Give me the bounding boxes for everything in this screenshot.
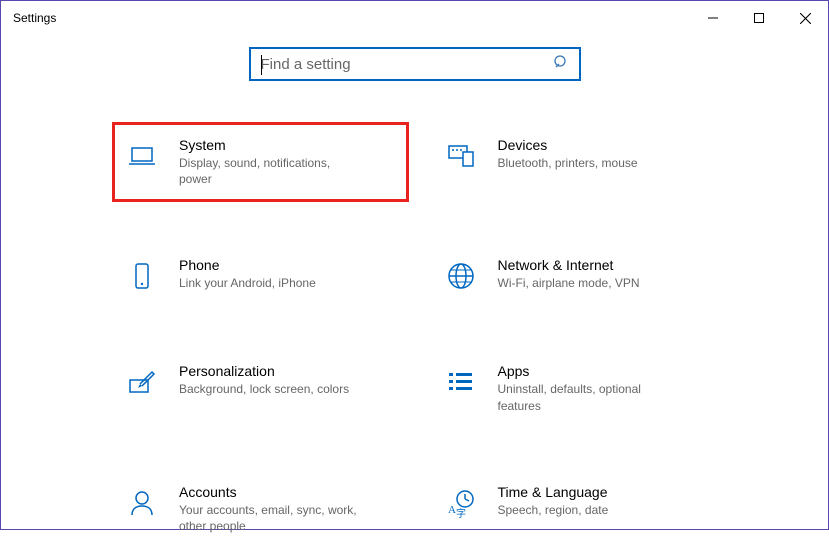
phone-icon	[125, 259, 159, 293]
time-language-icon: A字	[444, 486, 478, 520]
tile-subtitle: Link your Android, iPhone	[179, 275, 316, 291]
tile-devices[interactable]: Devices Bluetooth, printers, mouse	[440, 131, 719, 193]
laptop-icon	[125, 139, 159, 173]
paintbrush-icon	[125, 365, 159, 399]
search-box[interactable]	[249, 47, 581, 81]
minimize-button[interactable]	[690, 1, 736, 35]
tile-title: Apps	[498, 363, 678, 379]
svg-text:字: 字	[456, 507, 466, 519]
tile-title: System	[179, 137, 359, 153]
tile-subtitle: Your accounts, email, sync, work, other …	[179, 502, 359, 534]
list-icon	[444, 365, 478, 399]
tile-title: Devices	[498, 137, 638, 153]
tile-subtitle: Display, sound, notifications, power	[179, 155, 359, 187]
tile-title: Phone	[179, 257, 316, 273]
text-caret	[261, 55, 262, 75]
tile-time-language[interactable]: A字 Time & Language Speech, region, date	[440, 478, 719, 540]
search-container	[1, 47, 828, 81]
titlebar: Settings	[1, 1, 828, 35]
tile-title: Time & Language	[498, 484, 609, 500]
svg-text:A: A	[448, 504, 456, 516]
tile-accounts[interactable]: Accounts Your accounts, email, sync, wor…	[121, 478, 400, 540]
tile-phone[interactable]: Phone Link your Android, iPhone	[121, 251, 400, 299]
devices-icon	[444, 139, 478, 173]
tile-personalization[interactable]: Personalization Background, lock screen,…	[121, 357, 400, 419]
person-icon	[125, 486, 159, 520]
tile-system[interactable]: System Display, sound, notifications, po…	[121, 131, 400, 193]
settings-grid: System Display, sound, notifications, po…	[1, 131, 828, 540]
tile-subtitle: Uninstall, defaults, optional features	[498, 381, 678, 413]
tile-subtitle: Background, lock screen, colors	[179, 381, 349, 397]
search-input[interactable]	[261, 56, 553, 73]
globe-icon	[444, 259, 478, 293]
tile-apps[interactable]: Apps Uninstall, defaults, optional featu…	[440, 357, 719, 419]
tile-subtitle: Speech, region, date	[498, 502, 609, 518]
window-title: Settings	[13, 11, 56, 25]
window-controls	[690, 1, 828, 35]
tile-title: Accounts	[179, 484, 359, 500]
maximize-button[interactable]	[736, 1, 782, 35]
close-button[interactable]	[782, 1, 828, 35]
tile-subtitle: Bluetooth, printers, mouse	[498, 155, 638, 171]
tile-title: Personalization	[179, 363, 349, 379]
tile-title: Network & Internet	[498, 257, 640, 273]
tile-subtitle: Wi-Fi, airplane mode, VPN	[498, 275, 640, 291]
search-icon	[553, 54, 569, 75]
tile-network[interactable]: Network & Internet Wi-Fi, airplane mode,…	[440, 251, 719, 299]
